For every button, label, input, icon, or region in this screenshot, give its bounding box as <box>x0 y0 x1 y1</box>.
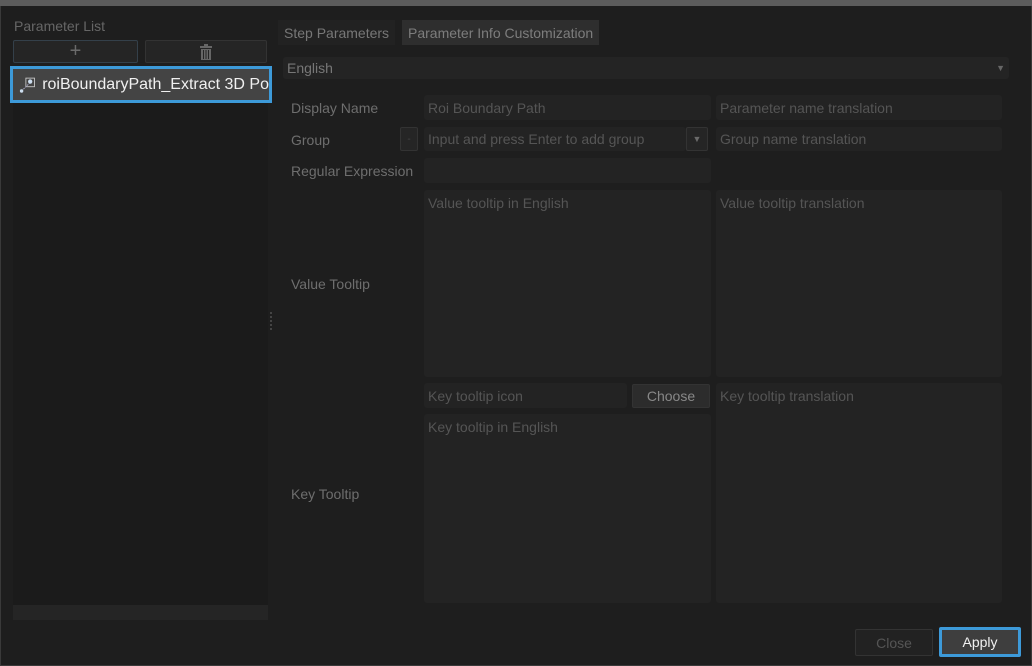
chevron-down-icon: ▼ <box>692 134 702 144</box>
regex-label: Regular Expression <box>291 163 414 179</box>
parameter-list <box>13 66 268 606</box>
group-dropdown-button[interactable]: ▼ <box>686 127 708 151</box>
group-label: Group <box>291 132 330 148</box>
chevron-down-icon: ▼ <box>996 63 1005 73</box>
key-tooltip-textarea[interactable]: Key tooltip in English <box>424 414 711 603</box>
group-input[interactable]: Input and press Enter to add group <box>424 127 686 151</box>
list-item[interactable]: roiBoundaryPath_Extract 3D Po <box>10 66 272 103</box>
regex-input[interactable] <box>424 158 711 183</box>
display-name-label: Display Name <box>291 100 379 116</box>
list-item-label: roiBoundaryPath_Extract 3D Po <box>42 75 269 93</box>
delete-parameter-button[interactable] <box>145 40 267 63</box>
close-button[interactable]: Close <box>855 629 933 656</box>
add-parameter-button[interactable]: + <box>13 40 138 63</box>
language-value: English <box>287 60 333 76</box>
key-tooltip-icon-input[interactable]: Key tooltip icon <box>424 383 627 408</box>
display-name-translation-input[interactable]: Parameter name translation <box>716 95 1002 120</box>
key-tooltip-label: Key Tooltip <box>291 486 360 502</box>
choose-button[interactable]: Choose <box>632 384 710 408</box>
tab-parameter-info-customization[interactable]: Parameter Info Customization <box>402 20 600 45</box>
key-tooltip-translation-textarea[interactable]: Key tooltip translation <box>716 383 1002 603</box>
group-remove-button[interactable]: - <box>400 127 418 151</box>
horizontal-scrollbar[interactable] <box>13 605 268 620</box>
value-tooltip-label: Value Tooltip <box>291 276 370 292</box>
parameter-list-title: Parameter List <box>14 18 106 34</box>
value-tooltip-translation-textarea[interactable]: Value tooltip translation <box>716 190 1002 377</box>
value-tooltip-textarea[interactable]: Value tooltip in English <box>424 190 711 377</box>
display-name-input[interactable]: Roi Boundary Path <box>424 95 711 120</box>
tab-step-parameters[interactable]: Step Parameters <box>278 20 396 45</box>
language-select[interactable]: English ▼ <box>283 57 1009 79</box>
plus-icon: + <box>69 40 82 62</box>
splitter-handle[interactable] <box>270 312 273 330</box>
trash-icon <box>200 43 212 60</box>
group-translation-input[interactable]: Group name translation <box>716 127 1002 151</box>
apply-button[interactable]: Apply <box>939 627 1021 657</box>
path-parameter-icon <box>19 77 35 93</box>
